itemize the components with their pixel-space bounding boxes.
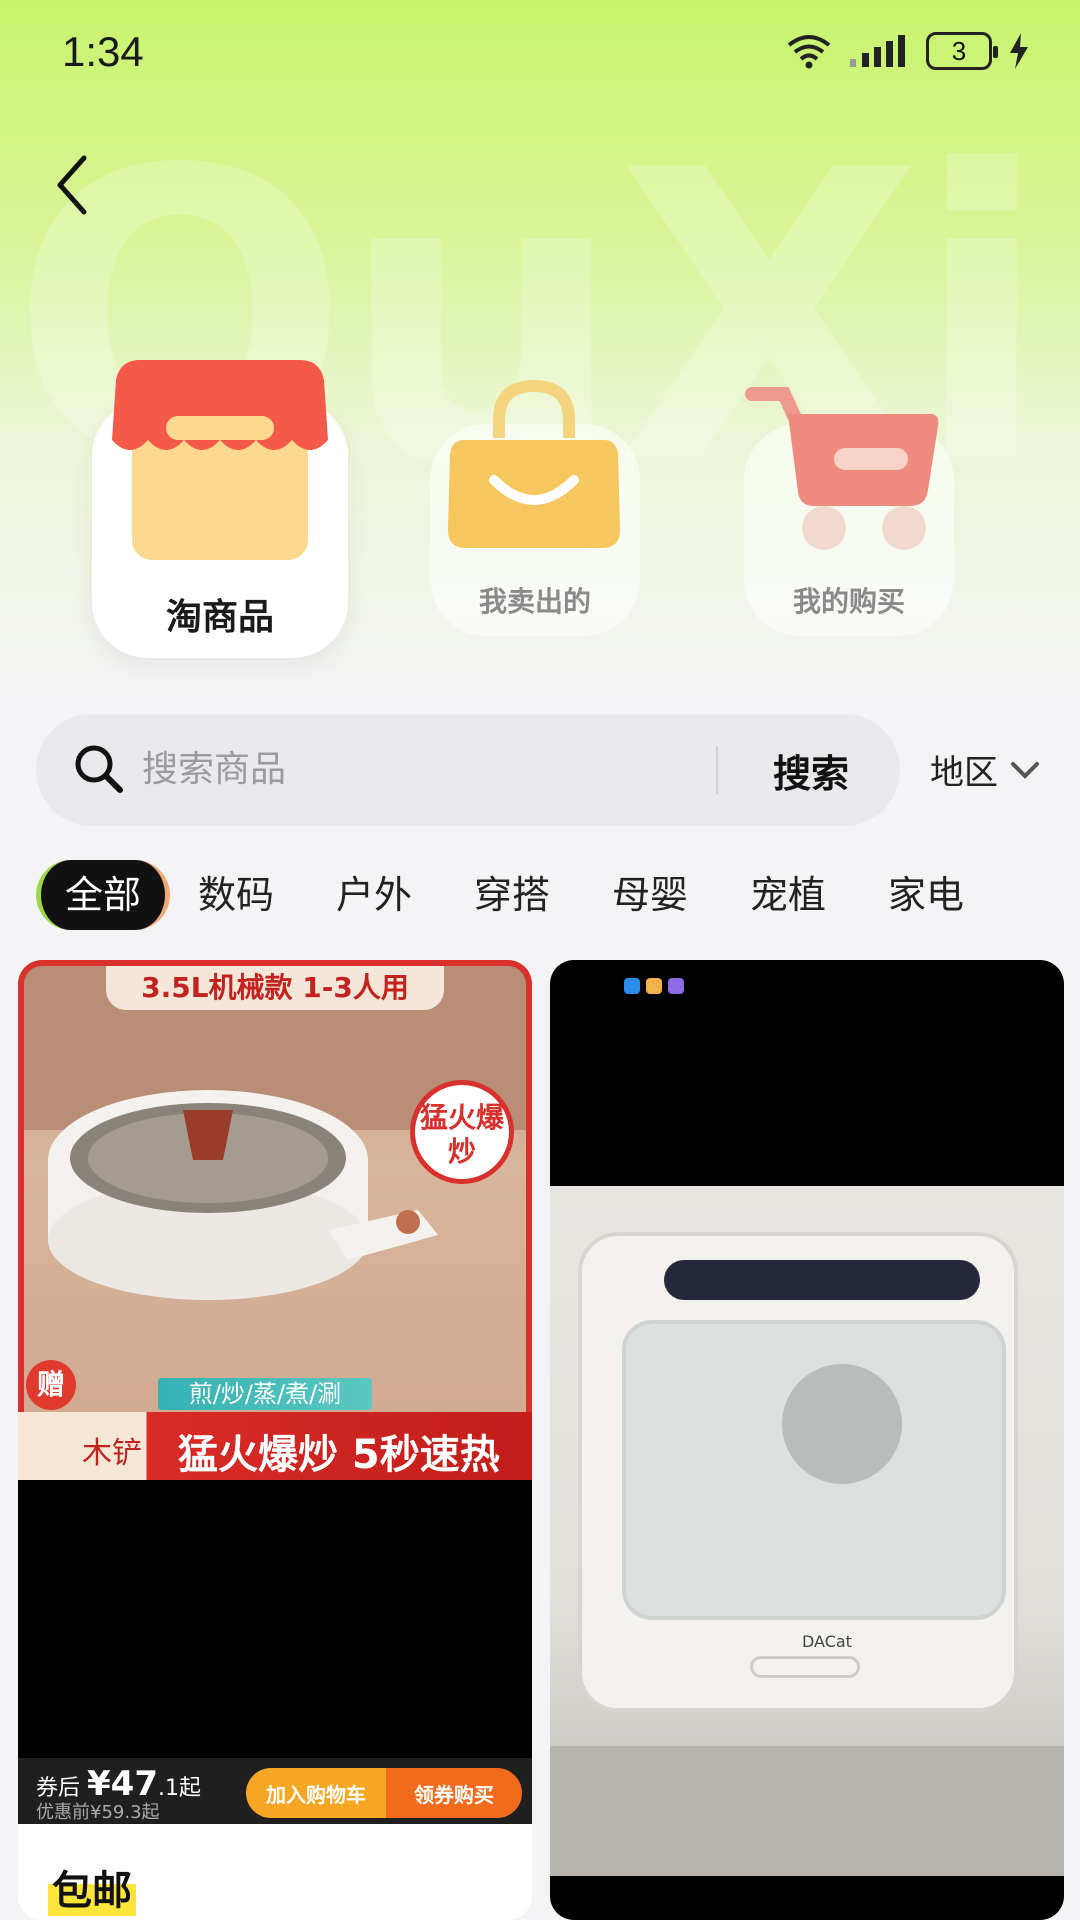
shortcut-purchased[interactable]: 我的购买 (744, 380, 954, 636)
charging-icon (1010, 33, 1028, 69)
coupon-bar: 券后 ¥47.1起 优惠前¥59.3起 加入购物车 领券购买 (18, 1758, 532, 1824)
search-icon (75, 745, 123, 793)
search-input[interactable] (142, 736, 712, 802)
status-time: 1:34 (62, 28, 144, 75)
floor (550, 1746, 1064, 1876)
search-bar: 搜索 (36, 714, 900, 826)
promo-slogan: 猛火爆炒 5秒速热 (178, 1432, 500, 1478)
app-icon (624, 978, 640, 994)
battery-icon: 3 (926, 32, 998, 70)
image-letterbox (18, 1480, 532, 1780)
shopping-cart-icon (745, 387, 939, 550)
tab-baby[interactable]: 母婴 (600, 860, 700, 930)
add-to-cart-button[interactable]: 加入购物车 (246, 1768, 386, 1818)
product-card[interactable]: DACat (550, 960, 1064, 1920)
app-icons (624, 978, 684, 994)
shortcut-label: 我的购买 (792, 585, 905, 618)
region-selector[interactable]: 地区 (930, 745, 1040, 794)
drawer-handle (750, 1656, 860, 1678)
promo-capacity: 3.5L机械款 1-3人用 (106, 966, 444, 1010)
promo-badge: 猛火爆炒 (410, 1080, 514, 1184)
glass-door (622, 1320, 1006, 1620)
app-icon (668, 978, 684, 994)
shopping-bag-icon (448, 380, 620, 548)
tab-outfit[interactable]: 穿搭 (462, 860, 562, 930)
category-tabs: 全部 数码 户外 穿搭 母婴 宠植 家电 (36, 860, 1080, 930)
app-icon (646, 978, 662, 994)
search-divider (716, 746, 718, 794)
brand-logo: DACat (802, 1632, 852, 1651)
back-arrow-icon[interactable] (48, 150, 108, 220)
chevron-down-icon (1011, 761, 1039, 779)
product-photo: DACat (550, 1186, 1064, 1876)
control-panel (664, 1260, 980, 1300)
status-bar: 1:34 3 (0, 0, 1080, 110)
status-icons: 3 (786, 32, 1030, 70)
promo-tags: 煎/炒/蒸/煮/涮 (158, 1378, 372, 1410)
shortcut-label: 我卖出的 (478, 585, 591, 618)
tab-outdoor[interactable]: 户外 (324, 860, 424, 930)
tab-digital[interactable]: 数码 (186, 860, 286, 930)
free-shipping-tag: 包邮 (48, 1858, 136, 1916)
tab-all[interactable]: 全部 (36, 860, 170, 930)
wifi-icon (787, 35, 831, 69)
region-label: 地区 (930, 753, 998, 793)
original-price: 优惠前¥59.3起 (36, 1802, 160, 1823)
shortcut-label: 淘商品 (165, 597, 274, 638)
shortcut-tao-goods[interactable]: 淘商品 (92, 360, 348, 660)
product-card[interactable]: 3.5L机械款 1-3人用 猛火爆炒 煎/炒/蒸/煮/涮 赠 木铲 猛火爆炒 5… (18, 960, 532, 1920)
price-suffix: .1起 (158, 1776, 201, 1801)
coupon-buy-button[interactable]: 领券购买 (386, 1768, 522, 1818)
search-button[interactable]: 搜索 (726, 714, 896, 826)
signal-icon (850, 35, 905, 67)
shortcut-sold[interactable]: 我卖出的 (430, 380, 640, 636)
gift-badge: 赠 (26, 1360, 76, 1410)
fan (782, 1364, 902, 1484)
tab-appliances[interactable]: 家电 (876, 860, 976, 930)
gift-item: 木铲 (82, 1436, 142, 1471)
shop-icon (112, 360, 328, 560)
tab-pets-plants[interactable]: 宠植 (738, 860, 838, 930)
pet-dryer-image: DACat (578, 1232, 1018, 1712)
